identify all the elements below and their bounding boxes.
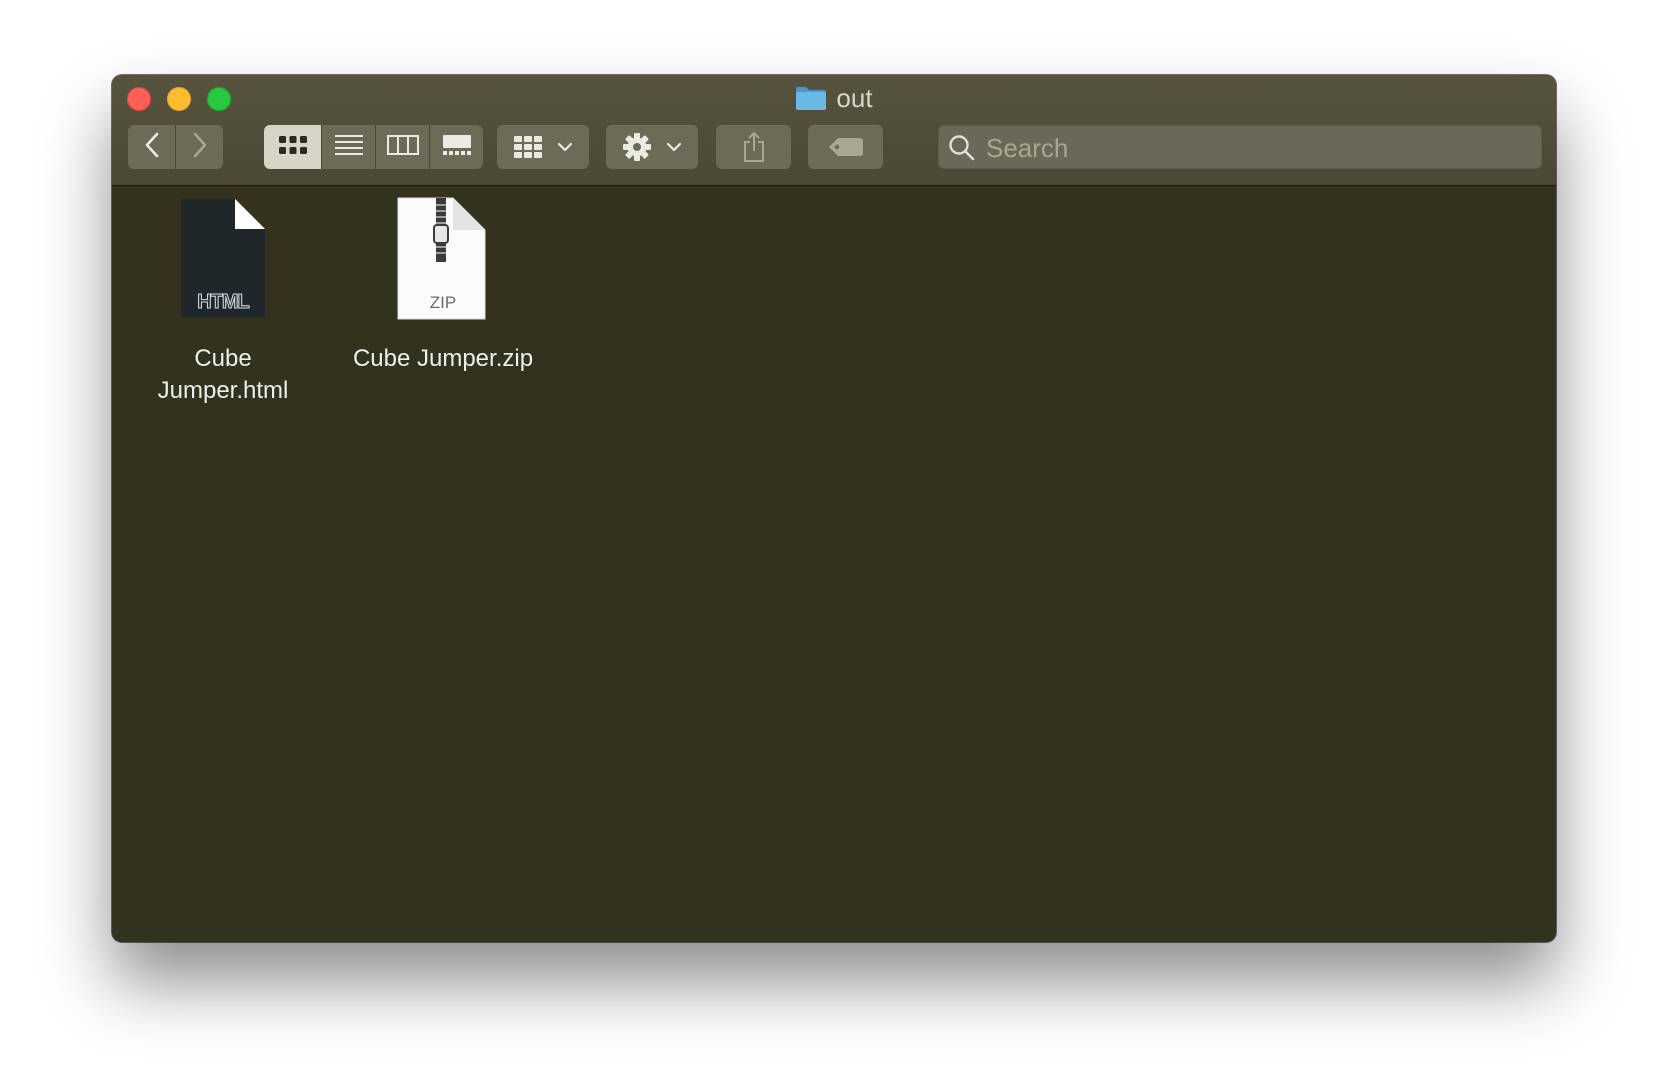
file-name-line: Cube Jumper.zip xyxy=(352,345,534,372)
icon-view-button[interactable] xyxy=(264,125,322,169)
file-kind-label: HTML xyxy=(197,291,251,314)
file-kind-label: ZIP xyxy=(429,293,457,312)
view-mode-control xyxy=(264,125,483,169)
html-file-icon: HTML xyxy=(173,195,273,323)
column-view-button[interactable] xyxy=(376,125,430,169)
nav-buttons xyxy=(128,125,223,169)
group-grid-icon xyxy=(513,135,543,159)
gallery-view-button[interactable] xyxy=(430,125,483,169)
share-icon xyxy=(742,131,766,163)
icon-view-icon xyxy=(278,135,308,160)
folder-icon xyxy=(795,85,827,111)
action-menu-button[interactable] xyxy=(606,125,698,169)
list-view-button[interactable] xyxy=(322,125,376,169)
chevron-right-icon xyxy=(192,132,208,163)
search-icon xyxy=(948,134,976,162)
window-title-area: out xyxy=(112,83,1556,113)
file-item[interactable]: ZIP Cube Jumper.zip xyxy=(338,195,548,375)
forward-button[interactable] xyxy=(176,125,223,169)
tag-icon xyxy=(828,137,864,157)
column-view-icon xyxy=(386,134,419,161)
chevron-down-icon xyxy=(557,142,573,152)
file-name: Cube Jumper.zip xyxy=(353,343,533,375)
gear-icon xyxy=(622,132,652,162)
tags-button[interactable] xyxy=(808,125,883,169)
finder-window: out Search HTML Cube Jumper.html ZIP Cub… xyxy=(112,75,1556,942)
zip-file-icon: ZIP xyxy=(393,195,493,323)
file-name-line: Jumper.html xyxy=(157,377,289,404)
search-field[interactable] xyxy=(938,125,1542,171)
window-title: out xyxy=(836,83,873,113)
chevron-left-icon xyxy=(144,132,160,163)
gallery-view-icon xyxy=(442,134,472,161)
file-name-line: Cube xyxy=(194,345,252,372)
list-view-icon xyxy=(334,134,364,161)
group-by-button[interactable] xyxy=(497,125,589,169)
chevron-down-icon xyxy=(666,142,682,152)
share-button[interactable] xyxy=(716,125,791,169)
file-name: Cube Jumper.html xyxy=(158,343,289,407)
back-button[interactable] xyxy=(128,125,176,169)
file-item[interactable]: HTML Cube Jumper.html xyxy=(118,195,328,407)
search-input[interactable] xyxy=(984,125,1528,171)
toolbar: out xyxy=(112,75,1556,186)
